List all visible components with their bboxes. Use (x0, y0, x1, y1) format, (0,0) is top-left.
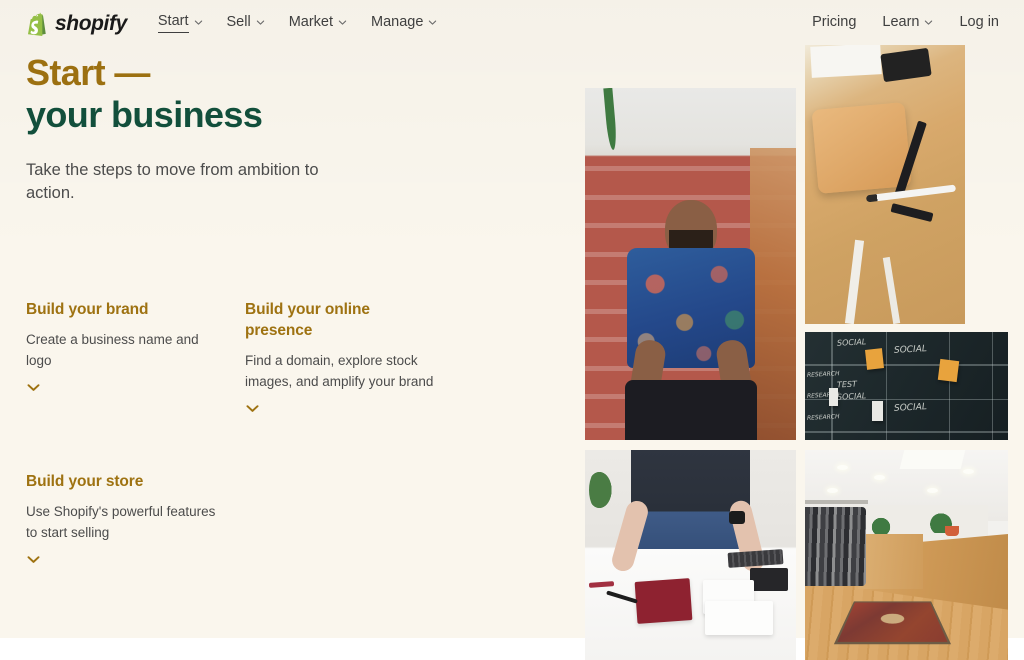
chevron-down-icon (924, 18, 933, 27)
feature-card-build-your-brand[interactable]: Build your brand Create a business name … (26, 300, 216, 393)
shopify-wordmark: shopify (55, 11, 127, 35)
nav-item-start[interactable]: Start (157, 9, 204, 36)
nav-item-learn[interactable]: Learn (881, 10, 934, 35)
nav-item-start-label: Start (157, 13, 189, 33)
nav-item-pricing-label: Pricing (812, 14, 857, 31)
page-title: Start — your business (26, 52, 546, 136)
feature-card-build-your-online-presence[interactable]: Build your online presence Find a domain… (245, 300, 435, 414)
nav-item-manage-label: Manage (371, 14, 424, 31)
feature-description: Find a domain, explore stock images, and… (245, 352, 434, 389)
page-title-line-2: your business (26, 93, 263, 135)
chevron-down-icon[interactable] (26, 382, 41, 393)
nav-item-log-in[interactable]: Log in (958, 10, 1000, 35)
chevron-down-icon (194, 18, 203, 27)
chevron-down-icon (256, 18, 265, 27)
chevron-down-icon (428, 18, 437, 27)
primary-nav-group: Start Sell Market Manage (157, 9, 439, 36)
gallery-image-store-interior (805, 450, 1008, 660)
nav-item-market[interactable]: Market (288, 10, 348, 35)
secondary-nav-group: Pricing Learn Log in (811, 10, 1000, 35)
nav-item-learn-label: Learn (882, 14, 920, 31)
feature-description: Create a business name and logo (26, 331, 199, 368)
hero-section: Start — your business Take the steps to … (26, 52, 546, 206)
page-root: shopify Start Sell Market Manage Pricing… (0, 0, 1024, 660)
feature-list: Build your brand Create a business name … (26, 300, 556, 580)
chevron-down-icon[interactable] (245, 403, 260, 414)
nav-item-manage[interactable]: Manage (370, 10, 438, 35)
man-figure (616, 190, 766, 440)
feature-title: Build your store (26, 473, 144, 490)
shopify-bag-icon (26, 11, 49, 36)
page-title-line-1: Start — (26, 52, 150, 93)
feature-description: Use Shopify's powerful features to start… (26, 503, 216, 540)
feature-title: Build your brand (26, 301, 149, 318)
nav-item-log-in-label: Log in (959, 14, 999, 31)
shopify-logo[interactable]: shopify (26, 11, 127, 36)
nav-item-market-label: Market (288, 14, 334, 31)
nav-item-sell-label: Sell (226, 14, 251, 31)
chevron-down-icon[interactable] (26, 554, 41, 565)
gallery-image-workbench-tools (805, 45, 965, 324)
gallery-image-chalkboard-planning: SOCIAL SOCIAL SOCIAL TEST SOCIAL RESEARC… (805, 332, 1008, 440)
nav-item-pricing[interactable]: Pricing (811, 10, 857, 35)
feature-title: Build your online presence (245, 301, 370, 339)
gallery-image-notebooks-desk (585, 450, 796, 660)
hero-subtitle: Take the steps to move from ambition to … (26, 160, 319, 203)
top-navigation-bar: shopify Start Sell Market Manage Pricing… (0, 0, 1024, 46)
chevron-down-icon (338, 18, 347, 27)
feature-card-build-your-store[interactable]: Build your store Use Shopify's powerful … (26, 472, 216, 565)
nav-item-sell[interactable]: Sell (226, 10, 266, 35)
gallery-image-man-on-stairs (585, 88, 796, 440)
